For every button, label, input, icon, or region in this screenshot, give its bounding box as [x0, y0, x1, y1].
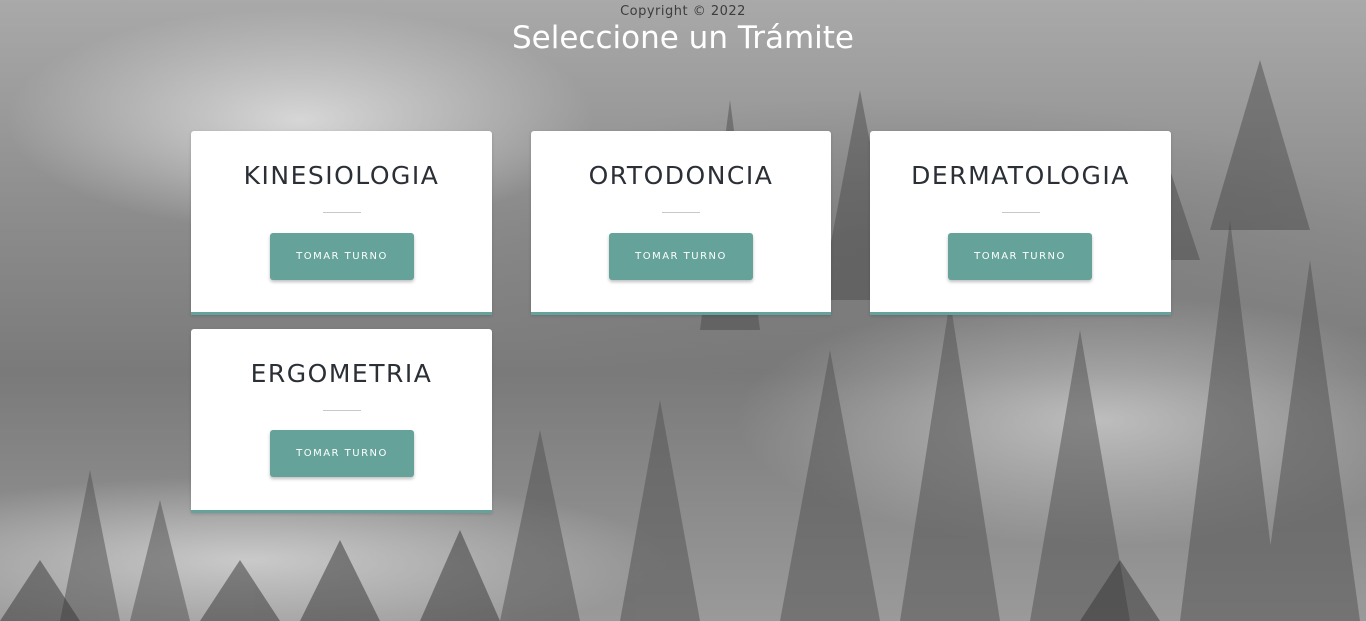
tramite-card-kinesiologia: KINESIOLOGIA TOMAR TURNO: [191, 131, 492, 315]
tomar-turno-button-ortodoncia[interactable]: TOMAR TURNO: [609, 233, 753, 280]
card-title: KINESIOLOGIA: [243, 161, 440, 190]
card-divider: [323, 212, 361, 213]
card-divider: [1002, 212, 1040, 213]
card-title: ORTODONCIA: [588, 161, 774, 190]
tomar-turno-button-ergometria[interactable]: TOMAR TURNO: [270, 430, 414, 477]
card-title: DERMATOLOGIA: [911, 161, 1130, 190]
tomar-turno-button-kinesiologia[interactable]: TOMAR TURNO: [270, 233, 414, 280]
card-title: ERGOMETRIA: [250, 359, 433, 388]
tramite-card-dermatologia: DERMATOLOGIA TOMAR TURNO: [870, 131, 1171, 315]
card-divider: [662, 212, 700, 213]
tramite-card-ortodoncia: ORTODONCIA TOMAR TURNO: [531, 131, 831, 315]
tramite-card-ergometria: ERGOMETRIA TOMAR TURNO: [191, 329, 492, 513]
copyright-text: Copyright © 2022: [620, 4, 746, 19]
card-divider: [323, 410, 361, 411]
page-title: Seleccione un Trámite: [512, 20, 854, 56]
tomar-turno-button-dermatologia[interactable]: TOMAR TURNO: [948, 233, 1092, 280]
